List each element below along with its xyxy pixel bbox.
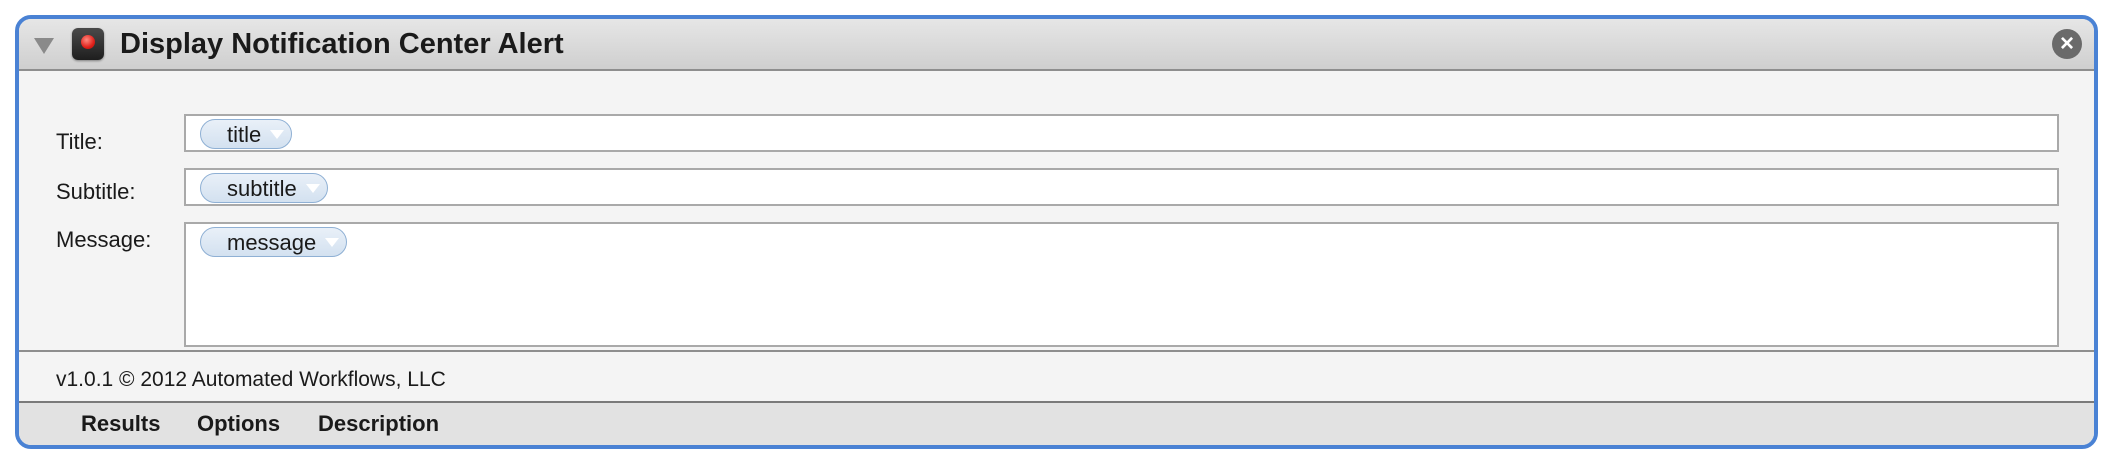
footer-divider xyxy=(19,350,2094,352)
chevron-down-icon xyxy=(325,238,340,247)
notification-center-icon xyxy=(72,28,104,60)
message-variable-token[interactable]: message xyxy=(200,227,348,257)
action-title: Display Notification Center Alert xyxy=(120,28,564,60)
title-token-text: title xyxy=(227,122,262,147)
action-body: Title: title Subtitle: subtitle Message:… xyxy=(19,71,2094,351)
message-token-text: message xyxy=(227,230,317,255)
action-titlebar[interactable]: Display Notification Center Alert × xyxy=(19,19,2094,71)
subtitle-variable-token[interactable]: subtitle xyxy=(200,173,328,203)
title-label: Title: xyxy=(56,129,103,154)
message-field[interactable]: message xyxy=(184,222,2059,347)
action-panel: Display Notification Center Alert × Titl… xyxy=(15,15,2098,449)
message-label: Message: xyxy=(56,227,152,252)
subtitle-label: Subtitle: xyxy=(56,179,136,204)
tab-results[interactable]: Results xyxy=(81,411,160,437)
tab-description[interactable]: Description xyxy=(318,411,439,437)
close-icon[interactable]: × xyxy=(2052,29,2082,59)
version-text: v1.0.1 © 2012 Automated Workflows, LLC xyxy=(56,368,446,391)
tab-options[interactable]: Options xyxy=(197,411,280,437)
chevron-down-icon xyxy=(305,184,320,193)
subtitle-token-text: subtitle xyxy=(227,176,297,201)
chevron-down-icon xyxy=(270,130,285,139)
title-field[interactable]: title xyxy=(184,114,2059,152)
title-variable-token[interactable]: title xyxy=(200,119,293,149)
tab-bar: Results Options Description xyxy=(19,401,2094,445)
disclosure-triangle-icon[interactable] xyxy=(34,38,54,54)
subtitle-field[interactable]: subtitle xyxy=(184,168,2059,206)
